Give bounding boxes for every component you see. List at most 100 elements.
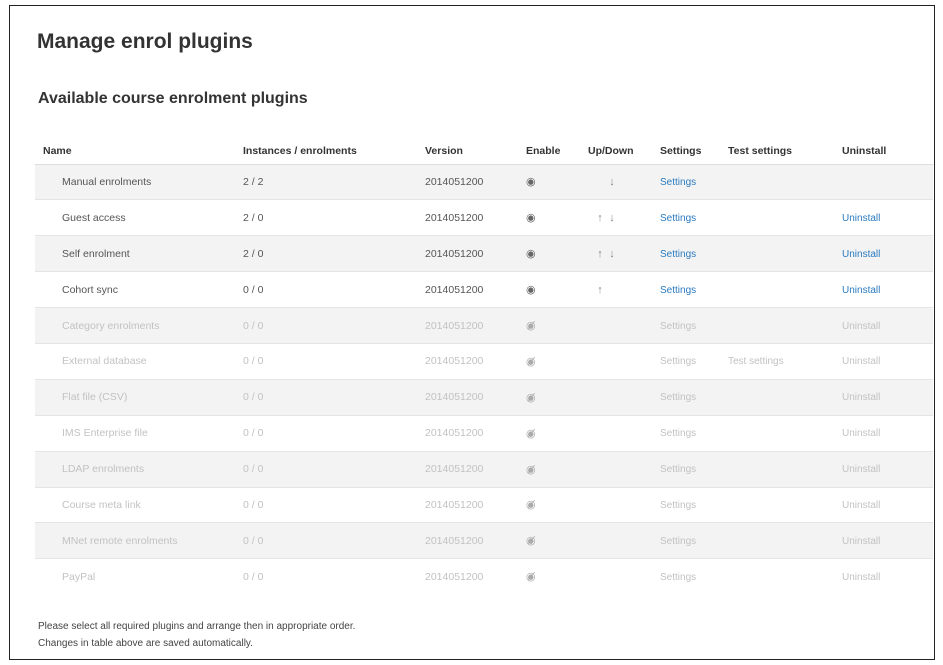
uninstall-cell: Uninstall (834, 342, 933, 380)
settings-link[interactable]: Settings (660, 249, 696, 260)
column-header-updown: Up/Down (580, 138, 652, 165)
uninstall-link[interactable]: Uninstall (842, 428, 880, 439)
eye-off-icon[interactable]: ◉̸ (526, 463, 536, 476)
uninstall-cell (834, 163, 933, 200)
settings-link[interactable]: Settings (660, 285, 696, 296)
settings-cell: Settings (652, 414, 720, 452)
table-row: Guest access 2 / 0 2014051200 ◉ ↑ ↓ Settings Un… (35, 199, 933, 236)
uninstall-link[interactable]: Uninstall (842, 285, 880, 296)
updown-cell: ↓ (580, 163, 652, 200)
updown-cell (580, 450, 652, 488)
footer-line-2: Changes in table above are saved automat… (38, 638, 253, 649)
arrow-up-icon[interactable]: ↑ (594, 284, 606, 296)
plugin-instances: 2 / 2 (235, 163, 417, 200)
plugin-instances: 2 / 0 (235, 199, 417, 236)
plugin-name: Course meta link (35, 486, 235, 523)
settings-cell: Settings (652, 307, 720, 344)
eye-icon[interactable]: ◉ (526, 247, 536, 260)
settings-cell: Settings (652, 235, 720, 272)
settings-link[interactable]: Settings (660, 177, 696, 188)
plugin-version: 2014051200 (417, 163, 518, 200)
test-settings-cell (720, 163, 834, 200)
eye-off-icon[interactable]: ◉̸ (526, 355, 536, 368)
table-row: Manual enrolments 2 / 2 2014051200 ◉ ↓ Settin… (35, 163, 933, 200)
column-header-settings: Settings (652, 138, 720, 165)
uninstall-link[interactable]: Uninstall (842, 500, 880, 511)
settings-link[interactable]: Settings (660, 536, 696, 547)
plugin-name: Cohort sync (35, 271, 235, 308)
plugin-version: 2014051200 (417, 271, 518, 308)
settings-link[interactable]: Settings (660, 392, 696, 403)
updown-cell (580, 558, 652, 595)
test-settings-cell (720, 235, 834, 272)
plugin-version: 2014051200 (417, 450, 518, 488)
settings-link[interactable]: Settings (660, 572, 696, 583)
settings-cell: Settings (652, 522, 720, 559)
plugin-version: 2014051200 (417, 486, 518, 523)
column-header-instances: Instances / enrolments (235, 138, 417, 165)
plugin-name: Flat file (CSV) (35, 378, 235, 416)
column-header-enable: Enable (518, 138, 580, 165)
eye-off-icon[interactable]: ◉̸ (526, 498, 536, 511)
arrow-down-icon[interactable]: ↓ (606, 176, 618, 188)
test-settings-cell (720, 414, 834, 452)
plugin-instances: 0 / 0 (235, 450, 417, 488)
arrow-down-icon[interactable]: ↓ (606, 212, 618, 224)
settings-cell: Settings (652, 450, 720, 488)
test-settings-cell (720, 450, 834, 488)
settings-link[interactable]: Settings (660, 500, 696, 511)
uninstall-link[interactable]: Uninstall (842, 392, 880, 403)
plugin-instances: 0 / 0 (235, 486, 417, 523)
enable-cell: ◉ (518, 235, 580, 272)
plugin-name: LDAP enrolments (35, 450, 235, 488)
eye-off-icon[interactable]: ◉̸ (526, 391, 536, 404)
updown-cell: ↑ (580, 271, 652, 308)
uninstall-cell: Uninstall (834, 378, 933, 416)
plugin-name: Self enrolment (35, 235, 235, 272)
uninstall-cell: Uninstall (834, 307, 933, 344)
uninstall-cell: Uninstall (834, 271, 933, 308)
eye-icon[interactable]: ◉ (526, 175, 536, 188)
table-row: PayPal 0 / 0 2014051200 ◉̸ Settings Uninstall (35, 558, 933, 595)
arrow-up-icon[interactable]: ↑ (594, 248, 606, 260)
enrol-plugins-table: Name Instances / enrolments Version Enab… (35, 138, 933, 595)
test-settings-cell (720, 558, 834, 595)
eye-icon[interactable]: ◉ (526, 283, 536, 296)
eye-off-icon[interactable]: ◉̸ (526, 427, 536, 440)
plugin-instances: 0 / 0 (235, 414, 417, 452)
eye-off-icon[interactable]: ◉̸ (526, 534, 536, 547)
arrow-down-icon[interactable]: ↓ (606, 248, 618, 260)
uninstall-link[interactable]: Uninstall (842, 536, 880, 547)
plugin-name: Manual enrolments (35, 163, 235, 200)
settings-link[interactable]: Settings (660, 428, 696, 439)
eye-icon[interactable]: ◉ (526, 211, 536, 224)
test-settings-cell (720, 486, 834, 523)
test-settings-link[interactable]: Test settings (728, 356, 784, 367)
arrow-up-icon[interactable]: ↑ (594, 212, 606, 224)
table-row: LDAP enrolments 0 / 0 2014051200 ◉̸ Settings… (35, 450, 933, 488)
settings-link[interactable]: Settings (660, 321, 696, 332)
test-settings-cell (720, 307, 834, 344)
plugin-name: MNet remote enrolments (35, 522, 235, 559)
uninstall-cell: Uninstall (834, 199, 933, 236)
eye-off-icon[interactable]: ◉̸ (526, 319, 536, 332)
uninstall-link[interactable]: Uninstall (842, 572, 880, 583)
settings-link[interactable]: Settings (660, 356, 696, 367)
settings-link[interactable]: Settings (660, 213, 696, 224)
plugin-version: 2014051200 (417, 342, 518, 380)
enable-cell: ◉ (518, 163, 580, 200)
table-row: External database 0 / 0 2014051200 ◉̸ Settin… (35, 342, 933, 380)
uninstall-cell: Uninstall (834, 486, 933, 523)
section-title: Available course enrolment plugins (38, 90, 308, 107)
uninstall-link[interactable]: Uninstall (842, 356, 880, 367)
settings-link[interactable]: Settings (660, 464, 696, 475)
uninstall-link[interactable]: Uninstall (842, 213, 880, 224)
eye-off-icon[interactable]: ◉̸ (526, 570, 536, 583)
uninstall-link[interactable]: Uninstall (842, 321, 880, 332)
plugin-version: 2014051200 (417, 235, 518, 272)
uninstall-link[interactable]: Uninstall (842, 249, 880, 260)
table-header-row: Name Instances / enrolments Version Enab… (35, 138, 933, 165)
plugin-name: External database (35, 342, 235, 380)
uninstall-link[interactable]: Uninstall (842, 464, 880, 475)
plugin-version: 2014051200 (417, 378, 518, 416)
